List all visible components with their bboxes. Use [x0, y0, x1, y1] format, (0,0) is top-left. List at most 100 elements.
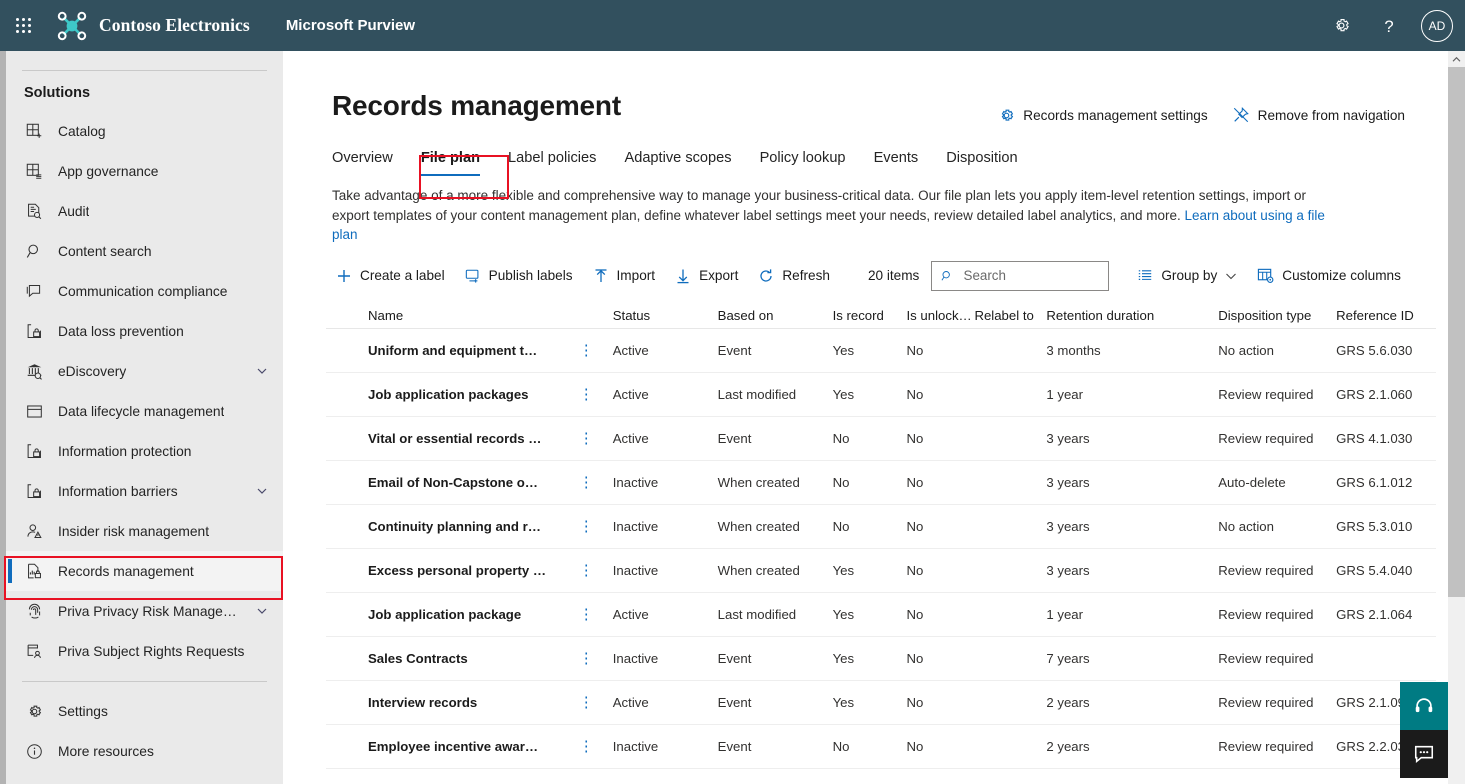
sidebar-item-communication-compliance[interactable]: Communication compliance: [6, 271, 283, 311]
vertical-scrollbar[interactable]: [1448, 51, 1465, 784]
help-button[interactable]: ?: [1367, 4, 1411, 48]
action-label: Records management settings: [1023, 107, 1208, 123]
create-a-label-button[interactable]: Create a label: [326, 262, 455, 290]
sidebar-item-settings[interactable]: Settings: [6, 691, 283, 731]
main-content: Records management Records management se…: [283, 51, 1448, 784]
sidebar-item-data-lifecycle-management[interactable]: Data lifecycle management: [6, 391, 283, 431]
sidebar-item-records-management[interactable]: Records management: [6, 551, 283, 591]
column-header-retention-duration[interactable]: Retention duration: [1046, 308, 1218, 323]
waffle-icon: [16, 17, 32, 34]
cell-reference-id: GRS 2.1.064: [1336, 606, 1413, 622]
row-menu-button[interactable]: ⋮: [579, 651, 613, 666]
sidebar-item-insider-risk-management[interactable]: Insider risk management: [6, 511, 283, 551]
sidebar-item-priva-subject-rights-requests[interactable]: Priva Subject Rights Requests: [6, 631, 283, 671]
sidebar-item-information-barriers[interactable]: Information barriers: [6, 471, 283, 511]
column-header-is-record[interactable]: Is record: [833, 308, 907, 323]
tab-label-policies[interactable]: Label policies: [494, 144, 610, 178]
table-row[interactable]: Job application package ⋮ Active Last modif…: [326, 593, 1436, 637]
table-row[interactable]: Excess personal property … ⋮ Inactive When …: [326, 549, 1436, 593]
column-header-based-on[interactable]: Based on: [718, 308, 833, 323]
row-menu-button[interactable]: ⋮: [579, 563, 613, 578]
table-row[interactable]: Uniform and equipment t… ⋮ Active Event Yes N…: [326, 329, 1436, 373]
cell-based-on: When created: [717, 518, 800, 534]
sidebar-item-label: Communication compliance: [58, 283, 228, 299]
sidebar-item-app-governance[interactable]: App governance: [6, 151, 283, 191]
table-row[interactable]: Interview records ⋮ Active Event Yes No 2 year…: [326, 681, 1436, 725]
suite-bar: Contoso Electronics Microsoft Purview ? …: [0, 0, 1465, 51]
cell-retention-duration: 3 months: [1046, 342, 1101, 358]
sidebar-item-label: Information protection: [58, 443, 192, 459]
scrollbar-thumb[interactable]: [1448, 67, 1465, 597]
row-menu-button[interactable]: ⋮: [579, 387, 613, 402]
publish-labels-button[interactable]: Publish labels: [455, 262, 583, 290]
column-header-is-unlocked[interactable]: Is unlock…: [907, 308, 975, 323]
more-vertical-icon: ⋮: [578, 473, 594, 491]
cell-is-unlocked: No: [906, 562, 924, 578]
help-support-button[interactable]: [1400, 682, 1448, 730]
row-menu-button[interactable]: ⋮: [579, 343, 613, 358]
tab-label: Label policies: [508, 150, 597, 166]
group-by-button[interactable]: Group by: [1127, 262, 1247, 290]
feedback-button[interactable]: [1400, 730, 1448, 778]
avatar[interactable]: AD: [1421, 9, 1453, 42]
table-row[interactable]: Email of Non-Capstone o… ⋮ Inactive When cr…: [326, 461, 1436, 505]
subject-rights-icon: [24, 641, 45, 662]
more-vertical-icon: ⋮: [578, 429, 594, 447]
file-plan-table: Name Status Based on Is record Is unlock…: [326, 303, 1436, 769]
row-menu-button[interactable]: ⋮: [579, 431, 613, 446]
settings-button[interactable]: [1319, 4, 1363, 48]
table-row[interactable]: Job application packages ⋮ Active Last modi…: [326, 373, 1436, 417]
row-menu-button[interactable]: ⋮: [579, 519, 613, 534]
customize-columns-button[interactable]: Customize columns: [1247, 261, 1411, 290]
cell-is-record: Yes: [832, 342, 855, 358]
row-menu-button[interactable]: ⋮: [579, 607, 613, 622]
sidebar-item-data-loss-prevention[interactable]: Data loss prevention: [6, 311, 283, 351]
records-management-settings-button[interactable]: Records management settings: [998, 107, 1208, 124]
chevron-down-icon[interactable]: [255, 484, 269, 498]
chevron-down-icon[interactable]: [255, 364, 269, 378]
sidebar-item-catalog[interactable]: Catalog: [6, 111, 283, 151]
column-header-name[interactable]: Name: [326, 308, 579, 323]
tab-policy-lookup[interactable]: Policy lookup: [746, 144, 860, 178]
tab-adaptive-scopes[interactable]: Adaptive scopes: [610, 144, 745, 178]
import-button[interactable]: Import: [583, 262, 666, 290]
table-row[interactable]: Employee incentive awar… ⋮ Inactive Event No…: [326, 725, 1436, 769]
column-header-reference-id[interactable]: Reference ID: [1336, 308, 1436, 323]
cell-is-unlocked: No: [906, 650, 924, 666]
search-input[interactable]: [961, 267, 1100, 284]
tab-disposition[interactable]: Disposition: [932, 144, 1031, 178]
sidebar-item-content-search[interactable]: Content search: [6, 231, 283, 271]
chat-compliance-icon: [24, 281, 45, 302]
row-menu-button[interactable]: ⋮: [579, 739, 613, 754]
table-row[interactable]: Sales Contracts ⋮ Inactive Event Yes No 7 year…: [326, 637, 1436, 681]
information-protection-icon: [24, 441, 45, 462]
table-row[interactable]: Vital or essential records … ⋮ Active Event…: [326, 417, 1436, 461]
app-name[interactable]: Microsoft Purview: [286, 17, 415, 34]
tab-overview[interactable]: Overview: [332, 144, 407, 178]
sidebar-item-ediscovery[interactable]: eDiscovery: [6, 351, 283, 391]
cell-retention-duration: 3 years: [1046, 562, 1090, 578]
scroll-up-button[interactable]: [1448, 51, 1465, 67]
tab-events[interactable]: Events: [860, 144, 933, 178]
row-menu-button[interactable]: ⋮: [579, 695, 613, 710]
cell-based-on: When created: [717, 562, 800, 578]
tenant-brand[interactable]: Contoso Electronics: [56, 10, 250, 42]
column-header-status[interactable]: Status: [613, 308, 718, 323]
chevron-down-icon[interactable]: [255, 604, 269, 618]
sidebar-item-more-resources[interactable]: More resources: [6, 731, 283, 771]
sidebar-item-audit[interactable]: Audit: [6, 191, 283, 231]
export-button[interactable]: Export: [665, 262, 748, 290]
row-menu-button[interactable]: ⋮: [579, 475, 613, 490]
cell-based-on: Event: [717, 342, 752, 358]
tab-file-plan[interactable]: File plan: [407, 144, 494, 178]
sidebar-item-priva-privacy-risk-management[interactable]: Priva Privacy Risk Managem…: [6, 591, 283, 631]
app-launcher-button[interactable]: [0, 0, 48, 51]
search-box[interactable]: [931, 260, 1110, 291]
sidebar-item-information-protection[interactable]: Information protection: [6, 431, 283, 471]
refresh-button[interactable]: Refresh: [748, 262, 840, 290]
table-row[interactable]: Continuity planning and r… ⋮ Inactive When …: [326, 505, 1436, 549]
column-header-relabel-to[interactable]: Relabel to: [974, 308, 1046, 323]
suite-bar-actions: ? AD: [1319, 4, 1465, 48]
tab-label: Events: [873, 150, 919, 166]
column-header-disposition-type[interactable]: Disposition type: [1218, 308, 1336, 323]
